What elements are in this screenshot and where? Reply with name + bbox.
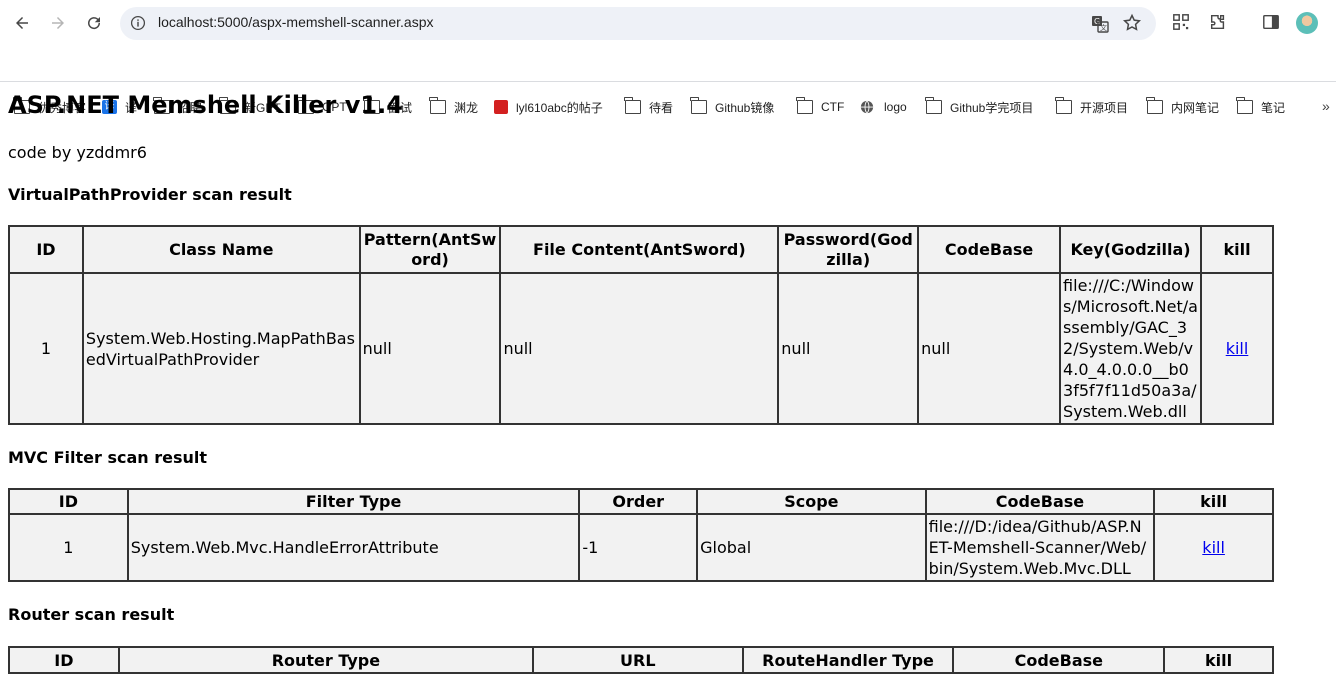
profile-avatar[interactable] [1296, 12, 1318, 34]
column-header: File Content(AntSword) [499, 225, 780, 274]
cell-pattern: null [358, 272, 502, 425]
column-header: Class Name [81, 225, 361, 274]
column-header: Filter Type [126, 488, 581, 515]
column-header: kill [1200, 225, 1274, 274]
cell-scope: Global [696, 513, 927, 582]
column-header: URL [532, 646, 744, 674]
table-row: 1 System.Web.Hosting.MapPathBasedVirtual… [8, 272, 1274, 425]
reload-icon [88, 17, 101, 30]
column-header: kill [1163, 646, 1274, 674]
column-header: ID [8, 225, 84, 274]
table-header-row: ID Class Name Pattern(AntSword) File Con… [8, 225, 1274, 274]
table-header-row: ID Router Type URL RouteHandler Type Cod… [8, 646, 1274, 674]
cell-password: null [777, 272, 920, 425]
column-header: Pattern(AntSword) [358, 225, 502, 274]
column-header: CodeBase [924, 488, 1156, 515]
svg-text:文: 文 [1100, 23, 1107, 32]
translate-icon[interactable]: G文 [1090, 14, 1110, 34]
cell-class-name: System.Web.Hosting.MapPathBasedVirtualPa… [81, 272, 361, 425]
kill-link[interactable]: kill [1226, 339, 1249, 358]
browser-toolbar: localhost:5000/aspx-memshell-scanner.asp… [0, 0, 1336, 46]
column-header: Order [578, 488, 699, 515]
cell-id: 1 [8, 513, 129, 582]
bookmarks-bar: 优秀博客 译译 招聘 新GPT GPT 面试 渊龙 lyl610abc的帖子 待… [0, 46, 1336, 115]
extensions-puzzle-icon[interactable] [1209, 13, 1229, 33]
column-header: Router Type [117, 646, 535, 674]
column-header: ID [8, 646, 120, 674]
forward-button[interactable] [42, 7, 74, 39]
cell-codebase: file:///D:/idea/Github/ASP.NET-Memshell-… [924, 513, 1156, 582]
site-info-icon[interactable] [128, 13, 148, 33]
cell-file-content: null [499, 272, 780, 425]
mvc-result-table: ID Filter Type Order Scope CodeBase kill… [8, 488, 1274, 582]
page-content: ASP.NET Memshell Killer v1.4 code by yzd… [0, 82, 1336, 677]
vpp-section-heading: VirtualPathProvider scan result [8, 185, 292, 204]
column-header: CodeBase [917, 225, 1062, 274]
router-section-heading: Router scan result [8, 605, 175, 624]
vpp-result-table: ID Class Name Pattern(AntSword) File Con… [8, 225, 1274, 425]
table-row: 1 System.Web.Mvc.HandleErrorAttribute -1… [8, 513, 1274, 582]
bookmark-star-icon[interactable] [1122, 13, 1142, 33]
column-header: ID [8, 488, 129, 515]
arrow-left-icon [16, 17, 28, 29]
cell-kill: kill [1200, 272, 1274, 425]
column-header: Password(Godzilla) [777, 225, 920, 274]
byline: code by yzddmr6 [8, 143, 147, 162]
browser-chrome: localhost:5000/aspx-memshell-scanner.asp… [0, 0, 1336, 115]
column-header: CodeBase [952, 646, 1166, 674]
side-panel-icon[interactable] [1262, 13, 1282, 33]
column-header: RouteHandler Type [741, 646, 955, 674]
column-header: Scope [696, 488, 927, 515]
qr-code-icon[interactable] [1172, 13, 1192, 33]
cell-key: file:///C:/Windows/Microsoft.Net/assembl… [1059, 272, 1203, 425]
router-result-table: ID Router Type URL RouteHandler Type Cod… [8, 646, 1274, 674]
url-text[interactable]: localhost:5000/aspx-memshell-scanner.asp… [158, 14, 433, 30]
column-header: kill [1153, 488, 1274, 515]
table-header-row: ID Filter Type Order Scope CodeBase kill [8, 488, 1274, 515]
page-title: ASP.NET Memshell Killer v1.4 [8, 91, 403, 119]
mvc-section-heading: MVC Filter scan result [8, 448, 208, 467]
cell-id: 1 [8, 272, 84, 425]
cell-filter-type: System.Web.Mvc.HandleErrorAttribute [126, 513, 581, 582]
cell-order: -1 [578, 513, 699, 582]
reload-button[interactable] [78, 7, 110, 39]
cell-kill: kill [1153, 513, 1274, 582]
arrow-right-icon [52, 17, 64, 29]
cell-codebase: null [917, 272, 1062, 425]
kill-link[interactable]: kill [1202, 538, 1225, 557]
address-bar[interactable]: localhost:5000/aspx-memshell-scanner.asp… [120, 7, 1156, 40]
column-header: Key(Godzilla) [1059, 225, 1203, 274]
back-button[interactable] [6, 7, 38, 39]
